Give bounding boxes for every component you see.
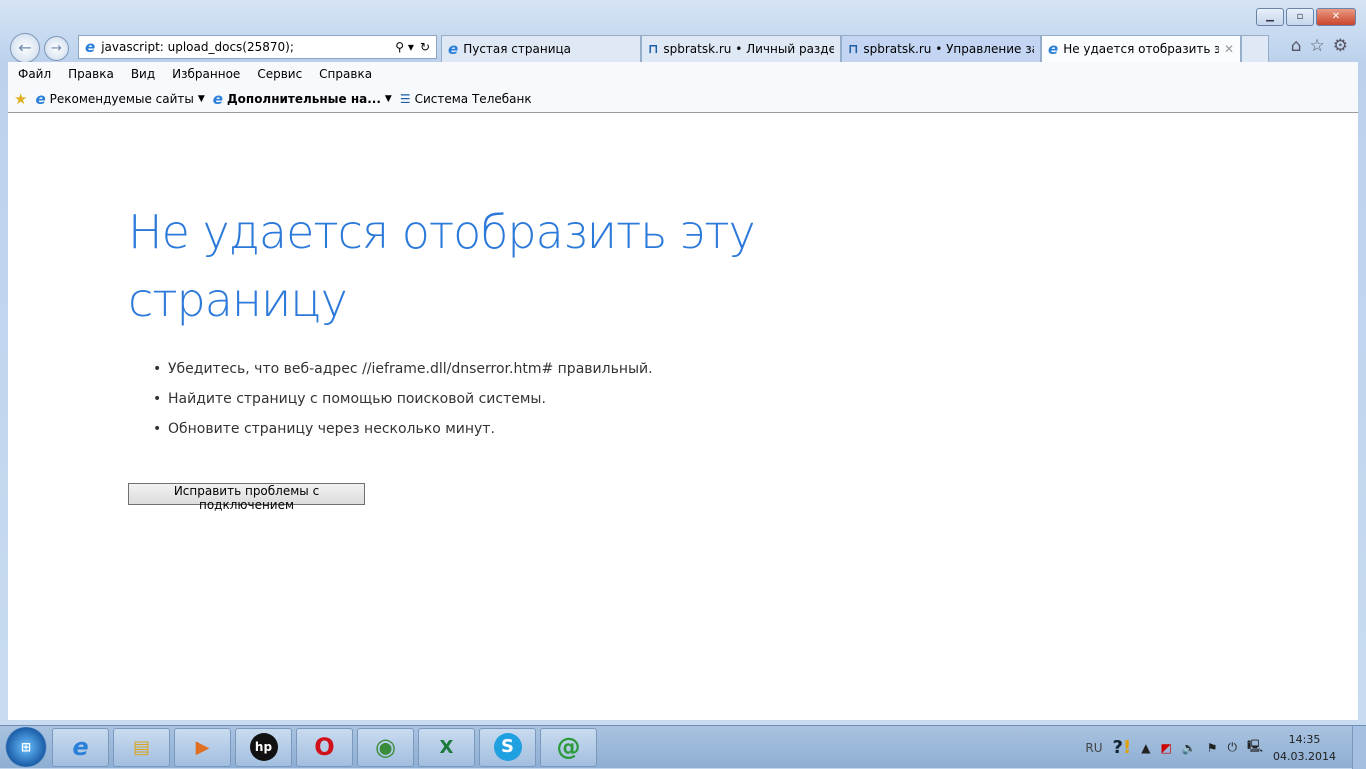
ie-icon: e xyxy=(35,90,46,108)
browser-window: ▁ ▫ ✕ ← → e javascript: upload_docs(2587… xyxy=(0,0,1366,725)
new-tab-button[interactable] xyxy=(1241,35,1269,62)
home-icon[interactable]: ⌂ xyxy=(1291,36,1302,56)
fav-addons[interactable]: e Дополнительные на... ▼ xyxy=(213,90,392,108)
address-input[interactable]: javascript: upload_docs(25870); xyxy=(101,40,389,54)
taskbar-opera[interactable]: O xyxy=(296,727,353,767)
taskbar-ie[interactable]: e xyxy=(52,727,109,767)
forward-button[interactable]: → xyxy=(44,35,69,61)
fav-telebank[interactable]: ☰ Система Телебанк xyxy=(400,92,532,106)
suggestions-list: Убедитесь, что веб-адрес //ieframe.dll/d… xyxy=(153,361,653,451)
menu-bar: Файл Правка Вид Избранное Сервис Справка xyxy=(8,62,1358,86)
taskbar-explorer[interactable]: ▤ xyxy=(113,727,170,767)
taskbar-excel[interactable]: X xyxy=(418,727,475,767)
taskbar-chrome[interactable]: ◉ xyxy=(357,727,414,767)
refresh-icon[interactable]: ↻ xyxy=(420,40,430,54)
minimize-button[interactable]: ▁ xyxy=(1256,8,1284,26)
menu-edit[interactable]: Правка xyxy=(68,67,114,81)
taskbar-skype[interactable]: S xyxy=(479,727,536,767)
favorites-star-icon[interactable]: ☆ xyxy=(1310,36,1325,56)
spbratsk-icon: ⊓ xyxy=(848,41,859,57)
tab-blank[interactable]: e Пустая страница xyxy=(441,35,641,62)
menu-file[interactable]: Файл xyxy=(18,67,51,81)
ie-icon: e xyxy=(1048,40,1059,58)
menu-tools[interactable]: Сервис xyxy=(257,67,302,81)
address-bar[interactable]: e javascript: upload_docs(25870); ⚲ ▾ ↻ xyxy=(78,35,437,59)
power-icon[interactable]: ⏻ xyxy=(1228,740,1238,755)
telebank-icon: ☰ xyxy=(399,92,411,106)
gear-icon[interactable]: ⚙ xyxy=(1333,36,1348,56)
add-favorites-icon[interactable]: ★ xyxy=(14,90,27,108)
show-hidden-icons[interactable]: ▲ xyxy=(1141,741,1150,755)
taskbar: ⊞ e ▤ ▶ hp O ◉ X S @ RU ?! ▲ ◩ 🔈 ⚑ ⏻ 🖳 1… xyxy=(0,725,1366,769)
taskbar-media[interactable]: ▶ xyxy=(174,727,231,767)
tab-spbratsk-management[interactable]: ⊓spbratsk.ru • Управление заку... xyxy=(841,35,1041,62)
show-desktop-button[interactable] xyxy=(1352,726,1366,769)
search-icon[interactable]: ⚲ ▾ xyxy=(395,40,414,54)
list-item: Обновите страницу через несколько минут. xyxy=(153,421,653,451)
fav-suggested-sites[interactable]: e Рекомендуемые сайты ▼ xyxy=(35,90,204,108)
action-center-flag-icon[interactable]: ⚑ xyxy=(1207,741,1218,755)
chevron-down-icon: ▼ xyxy=(384,94,392,104)
fix-connection-button[interactable]: Исправить проблемы с подключением xyxy=(128,483,365,512)
clock[interactable]: 14:35 04.03.2014 xyxy=(1273,731,1336,765)
system-tray: RU ?! ▲ ◩ 🔈 ⚑ ⏻ 🖳 14:35 04.03.2014 xyxy=(1085,726,1336,769)
menu-view[interactable]: Вид xyxy=(131,67,155,81)
ie-icon: e xyxy=(212,90,223,108)
volume-icon[interactable]: 🔈 xyxy=(1182,741,1197,755)
start-button[interactable]: ⊞ xyxy=(4,727,48,767)
taskbar-mail-agent[interactable]: @ xyxy=(540,727,597,767)
close-button[interactable]: ✕ xyxy=(1316,8,1356,26)
menu-favorites[interactable]: Избранное xyxy=(172,67,240,81)
menu-help[interactable]: Справка xyxy=(319,67,372,81)
language-indicator[interactable]: RU xyxy=(1085,741,1102,755)
page-title: Не удается отобразить эту страницу xyxy=(128,205,756,327)
help-alert-icon[interactable]: ?! xyxy=(1113,737,1132,758)
page-content: Не удается отобразить эту страницу Убеди… xyxy=(8,113,1358,720)
maximize-button[interactable]: ▫ xyxy=(1286,8,1314,26)
tab-spbratsk-personal[interactable]: ⊓spbratsk.ru • Личный раздел ... xyxy=(641,35,841,62)
chevron-down-icon: ▼ xyxy=(197,94,205,104)
ie-icon: e xyxy=(448,40,459,58)
tab-error-page[interactable]: eНе удается отобразить эту...✕ xyxy=(1041,35,1241,62)
close-tab-icon[interactable]: ✕ xyxy=(1224,42,1234,56)
ie-icon: e xyxy=(85,38,96,56)
taskbar-hp[interactable]: hp xyxy=(235,727,292,767)
list-item: Найдите страницу с помощью поисковой сис… xyxy=(153,391,653,421)
network-icon[interactable]: 🖳 xyxy=(1247,737,1263,758)
antivirus-icon[interactable]: ◩ xyxy=(1160,741,1171,755)
spbratsk-icon: ⊓ xyxy=(648,41,659,57)
back-button[interactable]: ← xyxy=(10,33,40,63)
list-item: Убедитесь, что веб-адрес //ieframe.dll/d… xyxy=(153,361,653,391)
favorites-bar: ★ e Рекомендуемые сайты ▼ e Дополнительные … xyxy=(8,86,1358,113)
